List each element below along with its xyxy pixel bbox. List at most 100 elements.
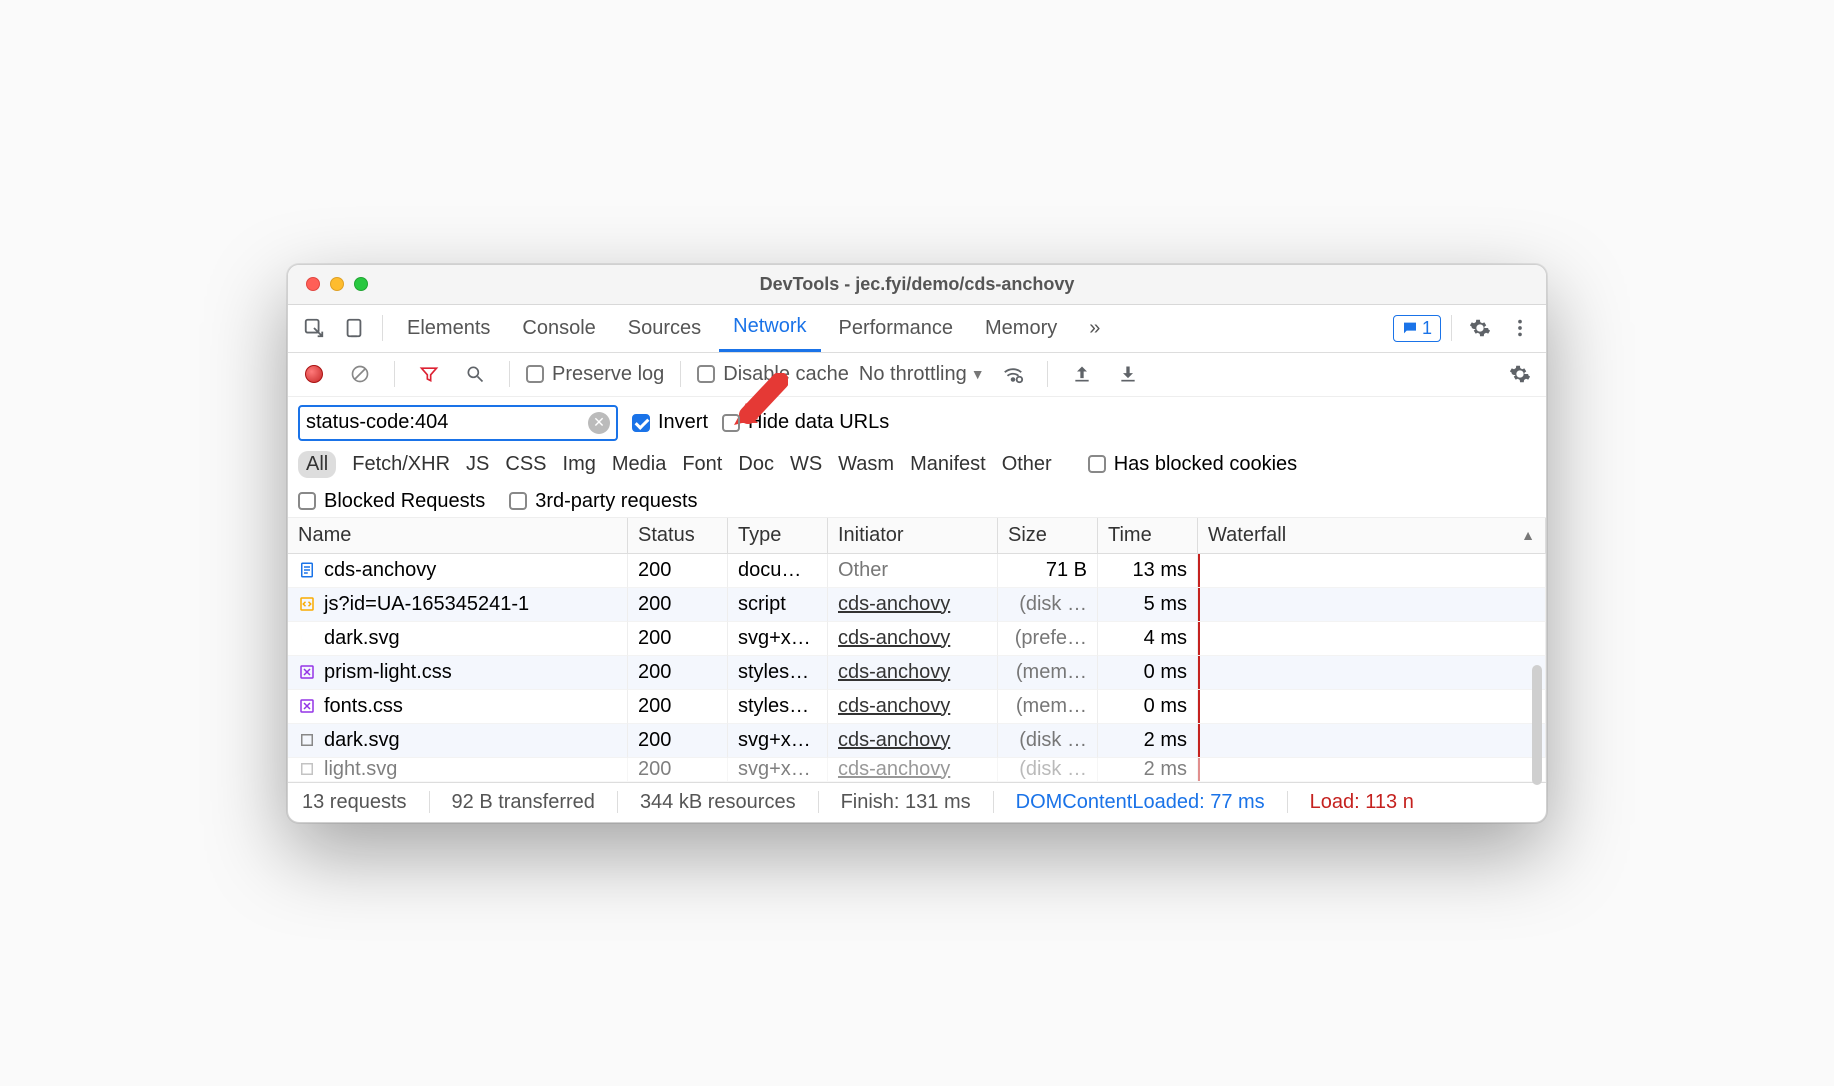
throttling-select[interactable]: No throttling ▼ — [859, 363, 985, 386]
cell-type[interactable]: styles… — [728, 690, 828, 724]
cell-time[interactable]: 13 ms — [1098, 554, 1198, 588]
cell-type[interactable]: svg+x… — [728, 622, 828, 656]
cell-type[interactable]: svg+x… — [728, 758, 828, 782]
cell-type[interactable]: svg+x… — [728, 724, 828, 758]
cell-time[interactable]: 2 ms — [1098, 758, 1198, 782]
tab-performance[interactable]: Performance — [825, 305, 968, 352]
initiator-link[interactable]: cds-anchovy — [838, 758, 950, 781]
cell-initiator[interactable]: Other — [828, 554, 998, 588]
record-button[interactable] — [296, 356, 332, 392]
settings-icon[interactable] — [1462, 310, 1498, 346]
tab-sources[interactable]: Sources — [614, 305, 715, 352]
column-header-status[interactable]: Status — [628, 518, 728, 554]
disable-cache-checkbox[interactable]: Disable cache — [697, 363, 849, 386]
cell-time[interactable]: 5 ms — [1098, 588, 1198, 622]
has-blocked-cookies-checkbox[interactable]: Has blocked cookies — [1088, 453, 1297, 476]
tabs-overflow-button[interactable]: » — [1075, 305, 1114, 352]
cell-waterfall[interactable] — [1198, 724, 1546, 758]
tab-console[interactable]: Console — [508, 305, 609, 352]
type-filter-doc[interactable]: Doc — [738, 453, 774, 476]
cell-initiator[interactable]: cds-anchovy — [828, 758, 998, 782]
cell-waterfall[interactable] — [1198, 758, 1546, 782]
type-filter-wasm[interactable]: Wasm — [838, 453, 894, 476]
cell-type[interactable]: styles… — [728, 656, 828, 690]
tab-network[interactable]: Network — [719, 305, 820, 352]
column-header-type[interactable]: Type — [728, 518, 828, 554]
type-filter-all[interactable]: All — [298, 451, 336, 478]
search-icon[interactable] — [457, 356, 493, 392]
type-filter-fetch-xhr[interactable]: Fetch/XHR — [352, 453, 450, 476]
third-party-checkbox[interactable]: 3rd-party requests — [509, 490, 697, 513]
cell-type[interactable]: script — [728, 588, 828, 622]
type-filter-other[interactable]: Other — [1002, 453, 1052, 476]
cell-size[interactable]: (disk … — [998, 758, 1098, 782]
cell-status[interactable]: 200 — [628, 656, 728, 690]
clear-button[interactable] — [342, 356, 378, 392]
device-toggle-icon[interactable] — [336, 310, 372, 346]
cell-waterfall[interactable] — [1198, 690, 1546, 724]
cell-initiator[interactable]: cds-anchovy — [828, 622, 998, 656]
cell-status[interactable]: 200 — [628, 690, 728, 724]
cell-status[interactable]: 200 — [628, 724, 728, 758]
column-header-initiator[interactable]: Initiator — [828, 518, 998, 554]
cell-status[interactable]: 200 — [628, 554, 728, 588]
cell-initiator[interactable]: cds-anchovy — [828, 588, 998, 622]
initiator-link[interactable]: cds-anchovy — [838, 593, 950, 616]
type-filter-js[interactable]: JS — [466, 453, 489, 476]
cell-waterfall[interactable] — [1198, 656, 1546, 690]
cell-time[interactable]: 0 ms — [1098, 656, 1198, 690]
preserve-log-checkbox[interactable]: Preserve log — [526, 363, 664, 386]
cell-waterfall[interactable] — [1198, 622, 1546, 656]
cell-waterfall[interactable] — [1198, 554, 1546, 588]
cell-time[interactable]: 0 ms — [1098, 690, 1198, 724]
invert-checkbox[interactable]: Invert — [632, 411, 708, 434]
cell-status[interactable]: 200 — [628, 622, 728, 656]
column-header-size[interactable]: Size — [998, 518, 1098, 554]
cell-size[interactable]: (disk … — [998, 588, 1098, 622]
clear-filter-icon[interactable]: ✕ — [588, 412, 610, 434]
cell-size[interactable]: 71 B — [998, 554, 1098, 588]
filter-input[interactable] — [306, 411, 588, 434]
cell-type[interactable]: docu… — [728, 554, 828, 588]
type-filter-media[interactable]: Media — [612, 453, 666, 476]
cell-initiator[interactable]: cds-anchovy — [828, 656, 998, 690]
initiator-link[interactable]: cds-anchovy — [838, 627, 950, 650]
vertical-scrollbar[interactable] — [1532, 665, 1542, 785]
filter-icon[interactable] — [411, 356, 447, 392]
blocked-requests-checkbox[interactable]: Blocked Requests — [298, 490, 485, 513]
cell-initiator[interactable]: cds-anchovy — [828, 690, 998, 724]
cell-time[interactable]: 2 ms — [1098, 724, 1198, 758]
cell-waterfall[interactable] — [1198, 588, 1546, 622]
upload-har-icon[interactable] — [1064, 356, 1100, 392]
cell-size[interactable]: (mem… — [998, 656, 1098, 690]
initiator-link[interactable]: cds-anchovy — [838, 695, 950, 718]
tab-memory[interactable]: Memory — [971, 305, 1071, 352]
network-conditions-icon[interactable] — [995, 356, 1031, 392]
cell-initiator[interactable]: cds-anchovy — [828, 724, 998, 758]
download-har-icon[interactable] — [1110, 356, 1146, 392]
initiator-link[interactable]: cds-anchovy — [838, 661, 950, 684]
kebab-menu-icon[interactable] — [1502, 310, 1538, 346]
close-window-button[interactable] — [306, 277, 320, 291]
cell-status[interactable]: 200 — [628, 588, 728, 622]
initiator-link[interactable]: cds-anchovy — [838, 729, 950, 752]
cell-time[interactable]: 4 ms — [1098, 622, 1198, 656]
column-header-name[interactable]: Name — [288, 518, 628, 554]
network-settings-icon[interactable] — [1502, 356, 1538, 392]
type-filter-font[interactable]: Font — [682, 453, 722, 476]
messages-badge[interactable]: 1 — [1393, 315, 1441, 342]
cell-status[interactable]: 200 — [628, 758, 728, 782]
type-filter-css[interactable]: CSS — [505, 453, 546, 476]
type-filter-ws[interactable]: WS — [790, 453, 822, 476]
minimize-window-button[interactable] — [330, 277, 344, 291]
cell-size[interactable]: (disk … — [998, 724, 1098, 758]
inspect-element-icon[interactable] — [296, 310, 332, 346]
column-header-time[interactable]: Time — [1098, 518, 1198, 554]
cell-size[interactable]: (prefe… — [998, 622, 1098, 656]
hide-data-urls-checkbox[interactable]: Hide data URLs — [722, 411, 889, 434]
tab-elements[interactable]: Elements — [393, 305, 504, 352]
type-filter-img[interactable]: Img — [563, 453, 596, 476]
cell-size[interactable]: (mem… — [998, 690, 1098, 724]
type-filter-manifest[interactable]: Manifest — [910, 453, 986, 476]
column-header-waterfall[interactable]: Waterfall▲ — [1198, 518, 1546, 554]
